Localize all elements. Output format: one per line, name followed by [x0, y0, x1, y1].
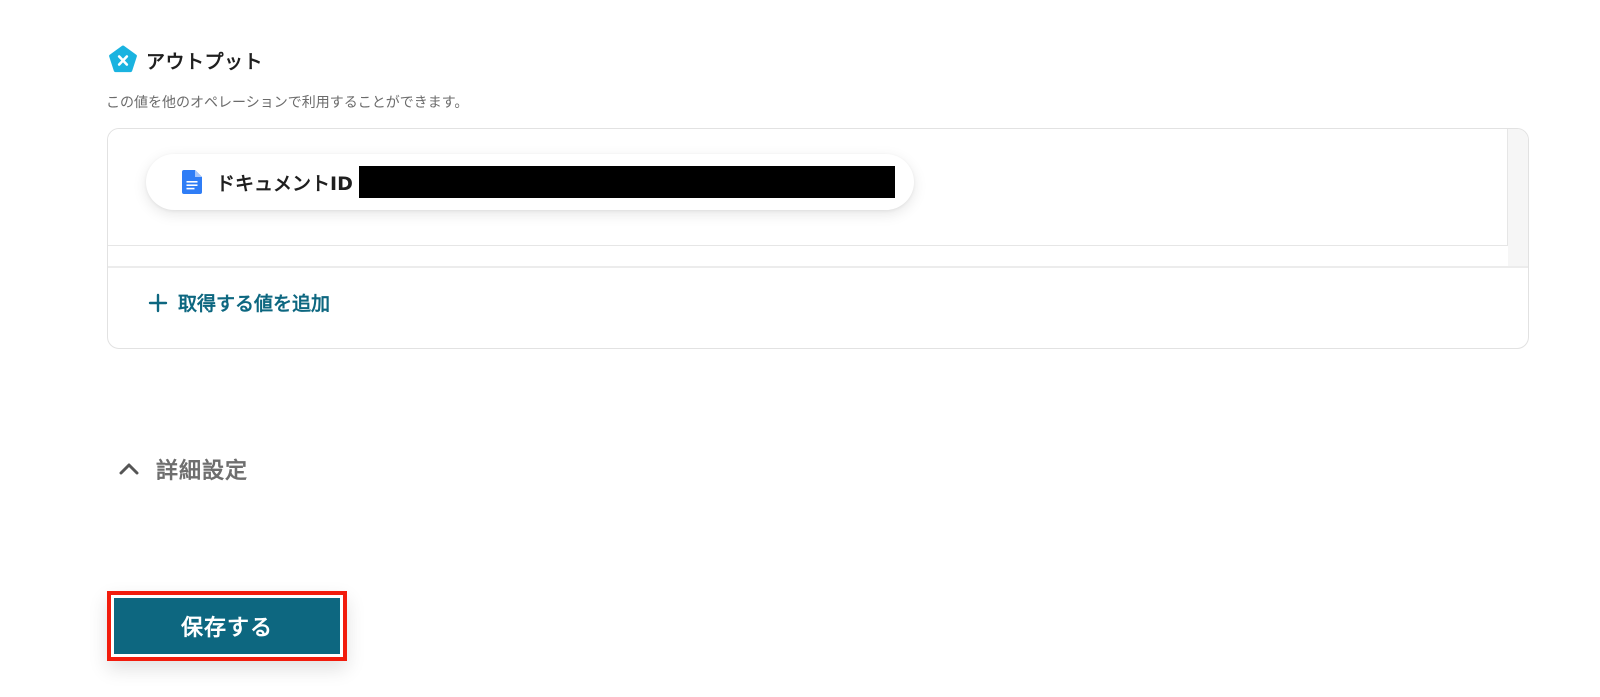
- output-section-description: この値を他のオペレーションで利用することができます。: [106, 95, 469, 111]
- save-button-highlight: 保存する: [107, 591, 347, 661]
- add-value-label: 取得する値を追加: [178, 293, 331, 315]
- details-settings-label: 詳細設定: [156, 459, 249, 484]
- divider: [108, 266, 1528, 268]
- google-docs-icon: [182, 170, 202, 194]
- output-chip-label: ドキュメントID: [216, 172, 353, 195]
- output-chips-area: ドキュメントID: [108, 129, 1508, 246]
- output-values-card: ドキュメントID 取得する値を追加: [107, 128, 1529, 349]
- chevron-up-icon: [119, 463, 139, 475]
- save-button[interactable]: 保存する: [114, 598, 340, 654]
- details-settings-toggle[interactable]: 詳細設定: [118, 453, 248, 485]
- variable-x-icon: [109, 45, 137, 73]
- output-chip-document-id[interactable]: ドキュメントID: [146, 154, 914, 210]
- redacted-value: [358, 166, 895, 198]
- scrollbar-track[interactable]: [1508, 129, 1528, 266]
- plus-icon: [148, 293, 168, 312]
- output-section-title: アウトプット: [146, 50, 264, 73]
- output-section-header: アウトプット: [108, 45, 263, 75]
- add-value-button[interactable]: 取得する値を追加: [148, 289, 330, 316]
